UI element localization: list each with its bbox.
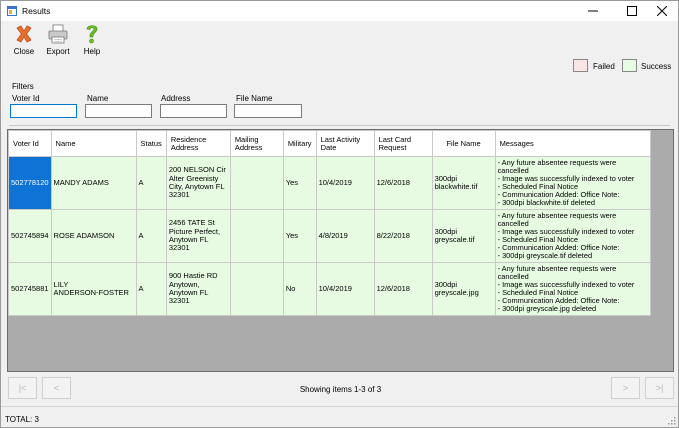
file-name-filter-input[interactable] <box>234 104 302 118</box>
cell-file-name[interactable]: 300dpi greyscale.tif <box>431 209 496 263</box>
name-label: Name <box>87 94 109 103</box>
close-button[interactable]: Close <box>7 22 41 58</box>
cell-mailing-address[interactable] <box>229 262 284 316</box>
cell-last-card-request[interactable]: 8/22/2018 <box>373 209 433 263</box>
title-bar: Results <box>1 1 678 21</box>
cell-residence-address[interactable]: 900 Hastie RD Anytown, Anytown FL 32301 <box>165 262 231 316</box>
cell-file-name[interactable]: 300dpi greyscale.jpg <box>431 262 496 316</box>
minimize-button[interactable] <box>576 1 610 21</box>
cell-last-activity-date[interactable]: 10/4/2019 <box>315 156 375 210</box>
cell-residence-address[interactable]: 2456 TATE St Picture Perfect, Anytown FL… <box>165 209 231 263</box>
name-filter-input[interactable] <box>85 104 152 118</box>
column-header-residence-address[interactable]: Residence Address <box>165 130 231 157</box>
close-button-label: Close <box>13 47 35 56</box>
cell-messages[interactable]: - Any future absentee requests were canc… <box>494 209 651 263</box>
table-row[interactable]: 502745894 ROSE ADAMSON A 2456 TATE St Pi… <box>8 209 651 263</box>
column-header-mailing-address[interactable]: Mailing Address <box>229 130 284 157</box>
cell-name[interactable]: MANDY ADAMS <box>50 156 137 210</box>
cell-status[interactable]: A <box>135 209 167 263</box>
cell-file-name[interactable]: 300dpi blackwhite.tif <box>431 156 496 210</box>
close-icon <box>657 6 667 16</box>
cell-military[interactable]: Yes <box>282 209 317 263</box>
results-window: Results Close Export Help Failed Success… <box>0 0 679 428</box>
table-row[interactable]: 502745881 LILY ANDERSON-FOSTER A 900 Has… <box>8 262 651 316</box>
column-header-status[interactable]: Status <box>135 130 167 157</box>
export-button-label: Export <box>46 47 70 56</box>
cell-military[interactable]: No <box>282 262 317 316</box>
header-row: Voter Id Name Status Residence Address M… <box>8 130 651 157</box>
cell-voter-id[interactable]: 502778120 <box>8 156 52 210</box>
printer-icon <box>48 24 68 44</box>
maximize-icon <box>627 6 637 16</box>
column-header-file-name[interactable]: File Name <box>431 130 496 157</box>
cell-name[interactable]: LILY ANDERSON-FOSTER <box>50 262 137 316</box>
help-button-label: Help <box>83 47 101 56</box>
file-name-label: File Name <box>236 94 273 103</box>
cell-mailing-address[interactable] <box>229 209 284 263</box>
maximize-button[interactable] <box>615 1 649 21</box>
failed-color-swatch <box>573 59 588 72</box>
address-filter-input[interactable] <box>160 104 227 118</box>
last-page-button[interactable]: >| <box>645 377 674 399</box>
resize-grip-icon[interactable] <box>668 417 676 425</box>
minimize-icon <box>588 10 598 12</box>
cell-last-card-request[interactable]: 12/6/2018 <box>373 156 433 210</box>
app-icon <box>7 6 17 16</box>
results-table: Voter Id Name Status Residence Address M… <box>8 130 651 316</box>
success-color-swatch <box>622 59 637 72</box>
failed-legend-label: Failed <box>593 62 615 71</box>
cell-name[interactable]: ROSE ADAMSON <box>50 209 137 263</box>
cell-residence-address[interactable]: 200 NELSON Cir Alter Greenisty City, Any… <box>165 156 231 210</box>
cell-last-activity-date[interactable]: 10/4/2019 <box>315 262 375 316</box>
close-window-button[interactable] <box>645 1 679 21</box>
column-header-voter-id[interactable]: Voter Id <box>8 130 52 157</box>
cell-last-activity-date[interactable]: 4/8/2019 <box>315 209 375 263</box>
column-header-name[interactable]: Name <box>50 130 137 157</box>
status-bar: TOTAL: 3 <box>1 406 678 427</box>
column-header-last-card-request[interactable]: Last Card Request <box>373 130 433 157</box>
cell-status[interactable]: A <box>135 262 167 316</box>
cell-messages[interactable]: - Any future absentee requests were canc… <box>494 156 651 210</box>
red-x-icon <box>16 25 32 43</box>
toolbar: Close Export Help <box>1 21 678 59</box>
cell-mailing-address[interactable] <box>229 156 284 210</box>
voter-id-label: Voter Id <box>12 94 40 103</box>
pager-status-text: Showing items 1-3 of 3 <box>299 385 382 394</box>
window-title: Results <box>22 6 51 16</box>
next-page-button[interactable]: > <box>611 377 640 399</box>
question-mark-icon <box>86 25 98 44</box>
cell-messages[interactable]: - Any future absentee requests were canc… <box>494 262 651 316</box>
success-legend-label: Success <box>641 62 672 71</box>
column-header-last-activity-date[interactable]: Last Activity Date <box>315 130 375 157</box>
results-grid[interactable]: Voter Id Name Status Residence Address M… <box>7 129 674 372</box>
cell-voter-id[interactable]: 502745894 <box>8 209 52 263</box>
cell-voter-id[interactable]: 502745881 <box>8 262 52 316</box>
column-header-military[interactable]: Military <box>282 130 317 157</box>
help-button[interactable]: Help <box>75 22 109 58</box>
cell-military[interactable]: Yes <box>282 156 317 210</box>
cell-status[interactable]: A <box>135 156 167 210</box>
total-count: TOTAL: 3 <box>5 415 39 424</box>
cell-last-card-request[interactable]: 12/6/2018 <box>373 262 433 316</box>
column-header-messages[interactable]: Messages <box>494 130 651 157</box>
filters-group-title: Filters <box>12 82 34 91</box>
address-label: Address <box>161 94 191 103</box>
export-button[interactable]: Export <box>41 22 75 58</box>
table-row[interactable]: 502778120 MANDY ADAMS A 200 NELSON Cir A… <box>8 156 651 210</box>
voter-id-filter-input[interactable] <box>10 104 77 118</box>
filters-separator <box>9 125 670 126</box>
